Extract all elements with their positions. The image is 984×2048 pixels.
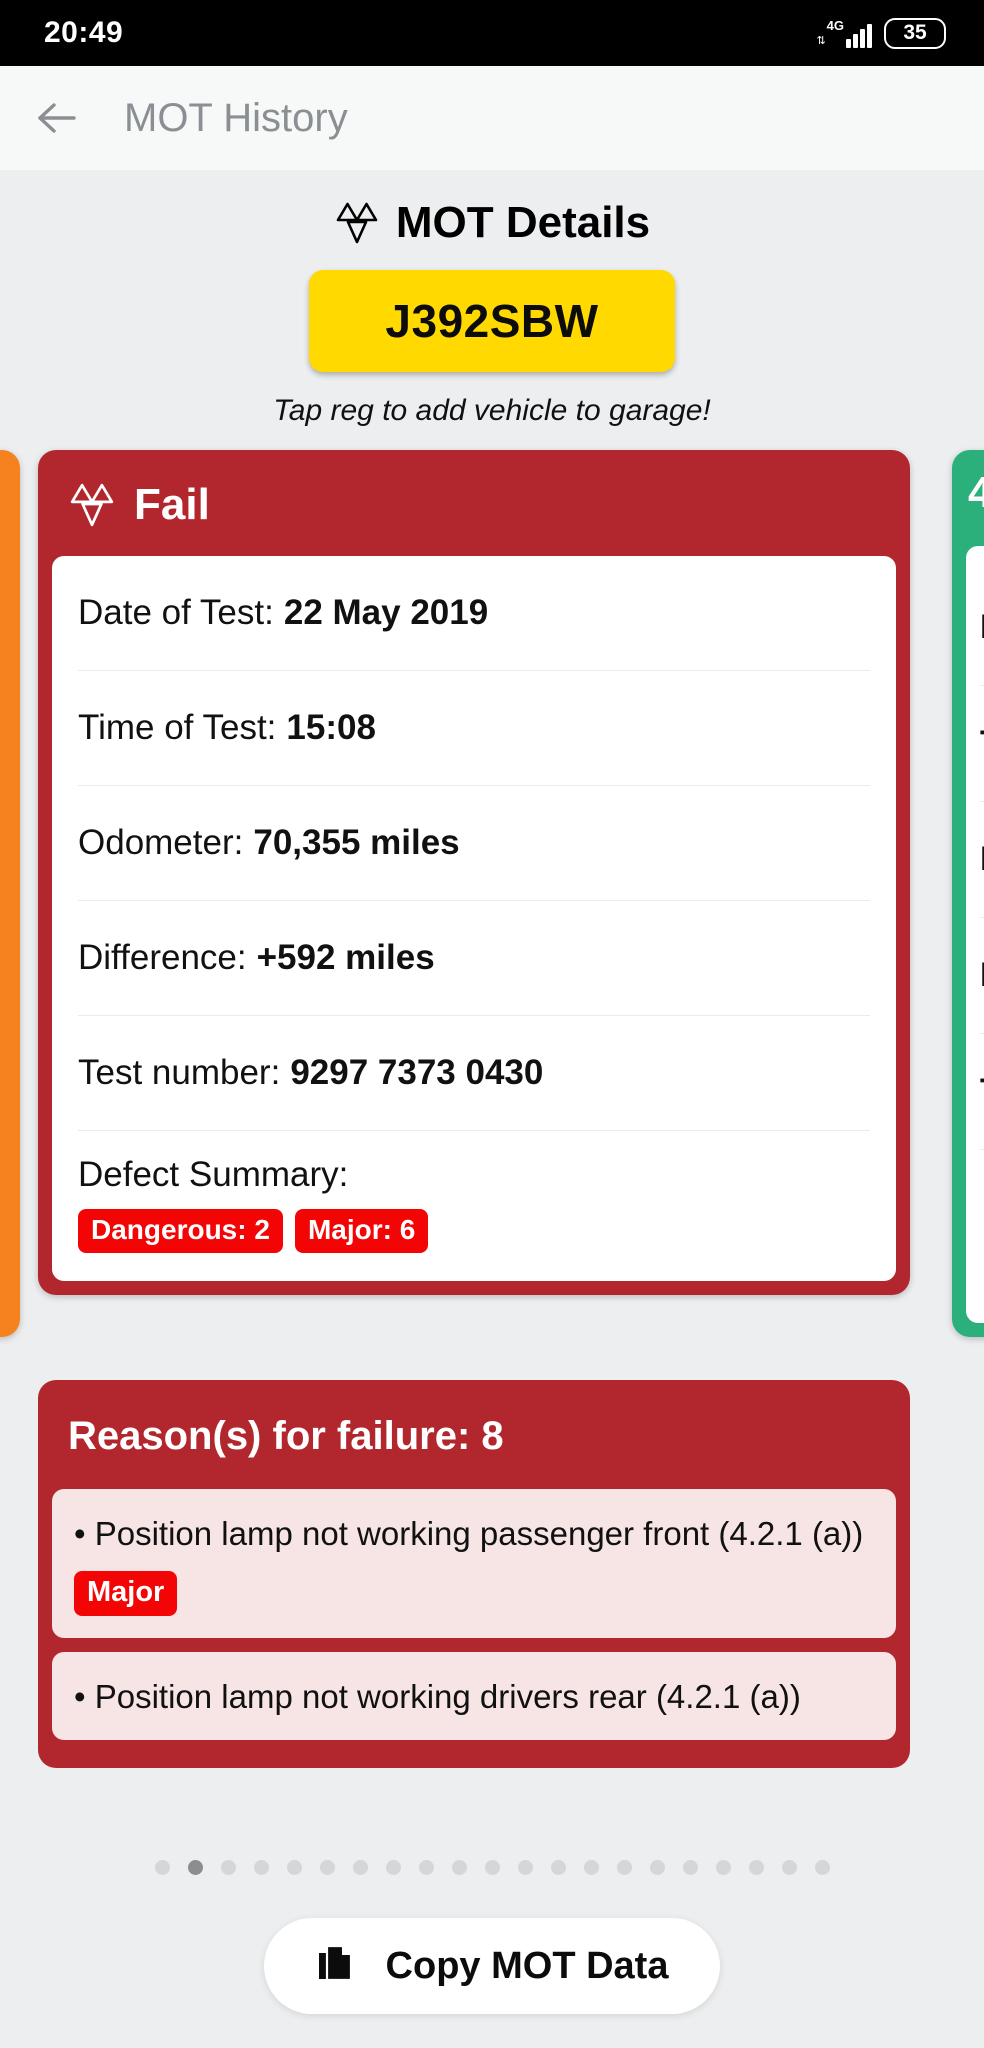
pagination-dot[interactable]: [814, 1859, 830, 1875]
table-row: Date of Test: 22 May 2019: [78, 556, 870, 671]
status-badge: Major: [74, 1571, 178, 1617]
content-area: MOT Details J392SBW Tap reg to add vehic…: [0, 170, 984, 2048]
table-row: T: [980, 686, 984, 802]
defect-summary: Defect Summary: Dangerous: 2 Major: 6: [78, 1131, 870, 1281]
table-row: Difference: +592 miles: [78, 901, 870, 1016]
pagination-dot[interactable]: [682, 1859, 698, 1875]
status-bar: 20:49 ⇅ 4G 35: [0, 0, 984, 66]
carousel-card-next[interactable]: 4 D T E D T: [952, 450, 984, 1337]
pagination-dot[interactable]: [352, 1859, 368, 1875]
page-title: MOT History: [124, 95, 348, 140]
next-card-body: D T E D T: [966, 546, 984, 1323]
pagination-dot[interactable]: [187, 1859, 203, 1875]
row-label: Odometer:: [78, 823, 244, 862]
mot-triangle-logo-icon: [68, 481, 116, 529]
registration-plate-wrapper: J392SBW: [0, 270, 984, 372]
status-clock: 20:49: [44, 16, 124, 49]
mot-details-title: MOT Details: [395, 198, 651, 247]
signal-bars-icon: [846, 22, 872, 48]
bottom-action-bar: Copy MOT Data: [0, 1918, 984, 2014]
pagination-dot[interactable]: [253, 1859, 269, 1875]
row-value: 15:08: [286, 708, 376, 747]
app-bar: MOT History: [0, 66, 984, 170]
mot-test-carousel[interactable]: Fail Date of Test: 22 May 2019 Time of T…: [0, 450, 984, 1769]
row-label: Date of Test:: [78, 593, 274, 632]
defect-badge-row: Dangerous: 2 Major: 6: [78, 1209, 870, 1253]
copy-mot-data-label: Copy MOT Data: [385, 1944, 669, 1987]
table-row: E: [980, 802, 984, 918]
carousel-pagination[interactable]: [0, 1852, 984, 1882]
pagination-dot[interactable]: [550, 1859, 566, 1875]
test-result-status: Fail: [134, 480, 210, 529]
pagination-dot[interactable]: [517, 1859, 533, 1875]
pagination-dot[interactable]: [484, 1859, 500, 1875]
plate-hint-text: Tap reg to add vehicle to garage!: [273, 394, 711, 427]
app-screen: 20:49 ⇅ 4G 35 MOT History MOT Details J3…: [0, 0, 984, 2048]
table-row: T: [980, 1034, 984, 1150]
pagination-dot[interactable]: [220, 1859, 236, 1875]
battery-indicator: 35: [884, 17, 946, 49]
list-item: • Position lamp not working drivers rear…: [52, 1652, 896, 1741]
reason-text: • Position lamp not working passenger fr…: [74, 1515, 864, 1552]
row-value: +592 miles: [256, 938, 435, 977]
reasons-for-failure-card: Reason(s) for failure: 8 • Position lamp…: [38, 1380, 910, 1769]
signal-indicator: ⇅ 4G: [816, 19, 872, 48]
status-badge: Dangerous: 2: [78, 1209, 283, 1253]
registration-number: J392SBW: [385, 295, 599, 347]
pagination-dot[interactable]: [583, 1859, 599, 1875]
test-details-list: Date of Test: 22 May 2019 Time of Test: …: [52, 556, 896, 1281]
mot-triangle-logo-icon: [334, 200, 380, 246]
list-item: • Position lamp not working passenger fr…: [52, 1489, 896, 1639]
defect-summary-label: Defect Summary:: [78, 1155, 349, 1194]
battery-level-label: 35: [903, 21, 927, 44]
row-value: 70,355 miles: [253, 823, 460, 862]
copy-mot-data-button[interactable]: Copy MOT Data: [264, 1918, 720, 2014]
row-label: Difference:: [78, 938, 247, 977]
row-label: Test number:: [78, 1053, 281, 1092]
table-row: D: [980, 918, 984, 1034]
table-row: Odometer: 70,355 miles: [78, 786, 870, 901]
pagination-dot[interactable]: [418, 1859, 434, 1875]
reasons-title: Reason(s) for failure: 8: [68, 1414, 504, 1458]
row-value: 9297 7373 0430: [290, 1053, 544, 1092]
next-card-status-initial: 4: [968, 468, 984, 517]
reason-text: • Position lamp not working drivers rear…: [74, 1678, 801, 1716]
pagination-dot[interactable]: [649, 1859, 665, 1875]
card-header-fail: Fail: [38, 450, 910, 556]
table-row: D: [980, 570, 984, 686]
pagination-dot[interactable]: [451, 1859, 467, 1875]
table-row: Time of Test: 15:08: [78, 671, 870, 786]
table-row: Test number: 9297 7373 0430: [78, 1016, 870, 1131]
carousel-card-previous[interactable]: [0, 450, 20, 1337]
network-type-label: 4G: [826, 17, 844, 33]
back-arrow-icon[interactable]: [34, 95, 80, 141]
carousel-card-current: Fail Date of Test: 22 May 2019 Time of T…: [38, 450, 910, 1295]
pagination-dot[interactable]: [286, 1859, 302, 1875]
data-transfer-icon: ⇅: [816, 34, 825, 47]
registration-plate[interactable]: J392SBW: [309, 270, 675, 372]
pagination-dot[interactable]: [385, 1859, 401, 1875]
row-value: 22 May 2019: [283, 593, 489, 632]
pagination-dot[interactable]: [154, 1859, 170, 1875]
status-indicators: ⇅ 4G 35: [816, 17, 946, 49]
pagination-dot[interactable]: [781, 1859, 797, 1875]
status-badge: Major: 6: [294, 1209, 429, 1253]
copy-documents-icon: [316, 1943, 358, 1989]
mot-details-heading: MOT Details: [0, 198, 984, 248]
pagination-dot[interactable]: [715, 1859, 731, 1875]
pagination-dot[interactable]: [616, 1859, 632, 1875]
row-label: Time of Test:: [78, 708, 277, 747]
pagination-dot[interactable]: [319, 1859, 335, 1875]
pagination-dot[interactable]: [748, 1859, 764, 1875]
